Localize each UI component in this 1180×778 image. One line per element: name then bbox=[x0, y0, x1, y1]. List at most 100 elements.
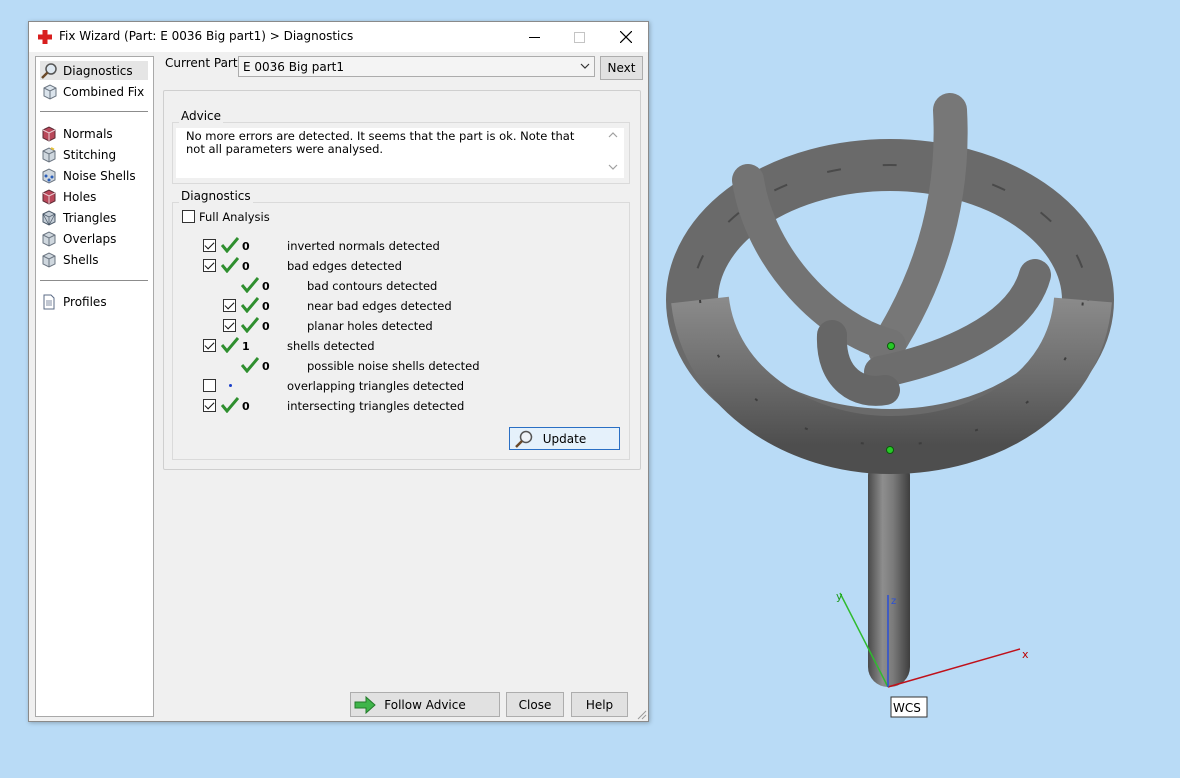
noise-shells-count: 0 bbox=[262, 360, 270, 373]
close-button[interactable]: Close bbox=[506, 692, 564, 717]
sidebar-item-holes[interactable]: Holes bbox=[40, 187, 96, 206]
magnifier-icon bbox=[41, 62, 57, 79]
model-point-marker bbox=[887, 342, 895, 350]
document-icon bbox=[43, 294, 55, 309]
update-button-label: Update bbox=[542, 431, 587, 446]
sidebar-separator bbox=[40, 280, 148, 281]
model-stem bbox=[868, 455, 910, 687]
checkmark-icon bbox=[221, 397, 239, 413]
checkmark-icon bbox=[241, 357, 259, 373]
intersecting-triangles-checkbox[interactable] bbox=[203, 399, 216, 412]
axis-z-label: z bbox=[891, 596, 896, 607]
close-window-button[interactable] bbox=[603, 22, 648, 52]
checkmark-icon bbox=[241, 277, 259, 293]
cube-overlaps-icon bbox=[42, 230, 56, 247]
sidebar-item-triangles[interactable]: Triangles bbox=[40, 208, 116, 227]
full-analysis-label: Full Analysis bbox=[199, 210, 270, 224]
inverted-normals-count: 0 bbox=[242, 240, 250, 253]
planar-holes-label: planar holes detected bbox=[307, 319, 433, 333]
bad-contours-count: 0 bbox=[262, 280, 270, 293]
inverted-normals-label: inverted normals detected bbox=[287, 239, 440, 253]
red-cross-icon bbox=[38, 30, 52, 44]
axis-y-label: y bbox=[836, 590, 843, 603]
pending-dot-icon bbox=[229, 384, 232, 387]
checkmark-icon bbox=[221, 337, 239, 353]
bad-edges-checkbox[interactable] bbox=[203, 259, 216, 272]
advice-group-title: Advice bbox=[179, 109, 224, 123]
sidebar-item-label: Shells bbox=[63, 252, 99, 267]
cube-noise-shells-icon bbox=[42, 167, 56, 184]
part-model[interactable] bbox=[666, 93, 1114, 687]
checkmark-icon bbox=[221, 237, 239, 253]
sidebar-item-label: Diagnostics bbox=[63, 63, 133, 78]
sidebar-item-label: Triangles bbox=[63, 210, 117, 225]
checkmark-icon bbox=[241, 317, 259, 333]
shells-label: shells detected bbox=[287, 339, 375, 353]
sidebar-item-combined-fix[interactable]: Combined Fix bbox=[40, 82, 144, 101]
cube-normals-icon bbox=[42, 125, 56, 142]
cube-shells-icon bbox=[42, 251, 56, 268]
noise-shells-label: possible noise shells detected bbox=[307, 359, 480, 373]
follow-advice-button[interactable]: Follow Advice bbox=[350, 692, 500, 717]
sidebar-item-shells[interactable]: Shells bbox=[40, 250, 99, 269]
sidebar-item-label: Normals bbox=[63, 126, 113, 141]
sidebar-item-noise-shells[interactable]: Noise Shells bbox=[40, 166, 136, 185]
shells-count: 1 bbox=[242, 340, 250, 353]
sidebar-item-label: Holes bbox=[63, 189, 97, 204]
sidebar-item-label: Stitching bbox=[63, 147, 117, 162]
resize-grip-icon[interactable] bbox=[636, 709, 647, 720]
sidebar-item-label: Noise Shells bbox=[63, 168, 136, 183]
sidebar-item-label: Overlaps bbox=[63, 231, 117, 246]
bad-edges-label: bad edges detected bbox=[287, 259, 402, 273]
checkmark-icon bbox=[241, 297, 259, 313]
sidebar-item-stitching[interactable]: Stitching bbox=[40, 145, 116, 164]
near-bad-edges-checkbox[interactable] bbox=[223, 299, 236, 312]
next-button[interactable]: Next bbox=[600, 56, 643, 80]
wcs-axes: x y z WCS bbox=[836, 590, 1029, 718]
full-analysis-checkbox[interactable] bbox=[182, 210, 195, 223]
advice-text: No more errors are detected. It seems th… bbox=[186, 129, 575, 156]
checkmark-icon bbox=[221, 257, 239, 273]
sidebar: Diagnostics Combined Fix Normals Stitchi… bbox=[35, 56, 154, 717]
planar-holes-checkbox[interactable] bbox=[223, 319, 236, 332]
sidebar-item-normals[interactable]: Normals bbox=[40, 124, 113, 143]
help-button[interactable]: Help bbox=[571, 692, 628, 717]
diagnostics-group-title: Diagnostics bbox=[179, 189, 253, 203]
minimize-icon bbox=[529, 36, 540, 38]
sidebar-separator bbox=[40, 111, 148, 112]
inverted-normals-checkbox[interactable] bbox=[203, 239, 216, 252]
sidebar-item-overlaps[interactable]: Overlaps bbox=[40, 229, 116, 248]
fix-wizard-dialog: Fix Wizard (Part: E 0036 Big part1) > Di… bbox=[28, 21, 649, 722]
current-part-value: E 0036 Big part1 bbox=[243, 60, 344, 74]
bad-contours-label: bad contours detected bbox=[307, 279, 438, 293]
current-part-select[interactable]: E 0036 Big part1 bbox=[238, 56, 595, 77]
sidebar-item-diagnostics[interactable]: Diagnostics bbox=[40, 61, 148, 80]
maximize-button[interactable] bbox=[557, 22, 602, 52]
minimize-button[interactable] bbox=[512, 22, 557, 52]
shells-checkbox[interactable] bbox=[203, 339, 216, 352]
model-point-marker bbox=[886, 446, 894, 454]
window-title: Fix Wizard (Part: E 0036 Big part1) > Di… bbox=[59, 29, 354, 43]
sidebar-item-label: Combined Fix bbox=[63, 84, 145, 99]
near-bad-edges-count: 0 bbox=[262, 300, 270, 313]
update-button[interactable]: Update bbox=[509, 427, 620, 450]
near-bad-edges-label: near bad edges detected bbox=[307, 299, 452, 313]
arrow-right-icon bbox=[354, 696, 376, 714]
sidebar-item-profiles[interactable]: Profiles bbox=[40, 292, 107, 311]
cube-stitching-icon bbox=[42, 146, 56, 163]
wcs-label: WCS bbox=[893, 701, 921, 715]
advice-scrollbar[interactable] bbox=[604, 128, 622, 174]
magnifier-icon bbox=[515, 430, 533, 448]
maximize-icon bbox=[574, 31, 585, 43]
bad-edges-count: 0 bbox=[242, 260, 250, 273]
current-part-label: Current Part: bbox=[165, 56, 242, 70]
axis-x-label: x bbox=[1022, 648, 1029, 661]
overlapping-triangles-checkbox[interactable] bbox=[203, 379, 216, 392]
chevron-down-icon bbox=[580, 63, 590, 69]
cube-fix-icon bbox=[43, 83, 57, 100]
close-icon bbox=[619, 31, 632, 43]
overlapping-triangles-label: overlapping triangles detected bbox=[287, 379, 465, 393]
planar-holes-count: 0 bbox=[262, 320, 270, 333]
title-bar[interactable]: Fix Wizard (Part: E 0036 Big part1) > Di… bbox=[29, 22, 648, 52]
cube-triangles-icon bbox=[42, 209, 56, 226]
